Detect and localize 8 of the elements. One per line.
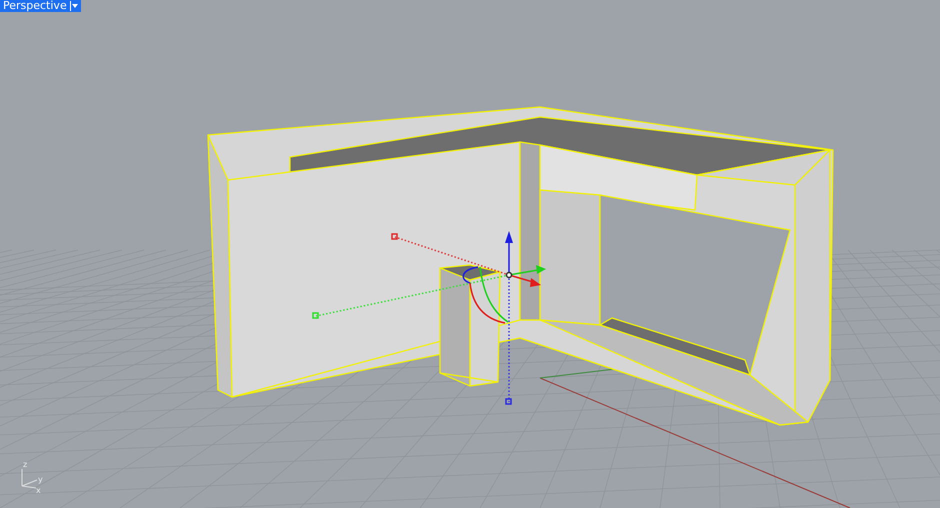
viewport-tab[interactable]: Perspective <box>0 0 81 12</box>
axis-label: x <box>36 486 41 495</box>
axis-triad-icon <box>22 468 38 488</box>
wall-model-drawing[interactable] <box>207 106 834 426</box>
caret-icon <box>70 1 79 11</box>
axis-label: z <box>23 460 28 469</box>
axis-label: y <box>38 475 43 484</box>
transform-gizmo[interactable] <box>312 231 546 405</box>
